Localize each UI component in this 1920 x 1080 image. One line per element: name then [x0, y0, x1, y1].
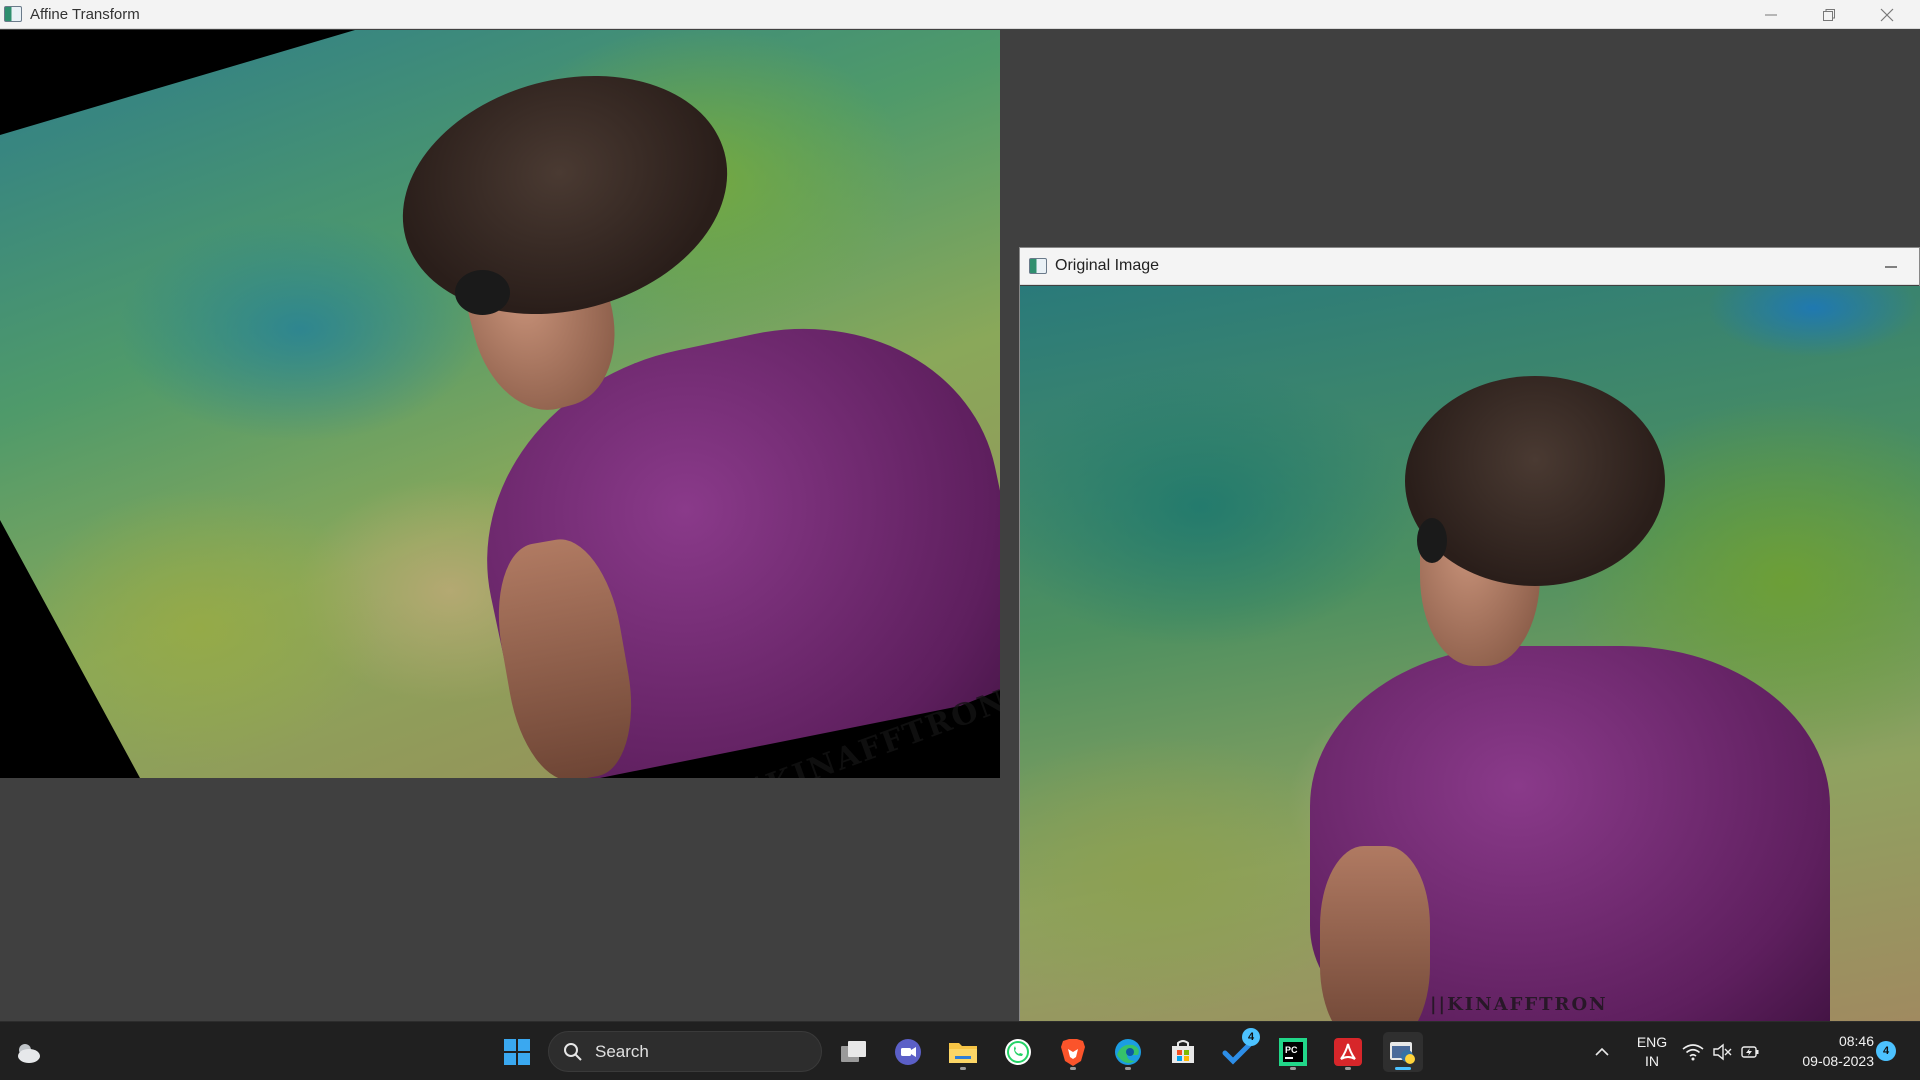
clock-time: 08:46	[1838, 1033, 1874, 1049]
weather-widget[interactable]	[8, 1032, 48, 1072]
clock[interactable]: 08:46 09-08-2023	[1780, 1031, 1874, 1071]
restore-icon	[1823, 8, 1835, 21]
search-placeholder: Search	[595, 1041, 649, 1061]
window-title: Original Image	[1055, 257, 1160, 274]
language-code: ENG	[1636, 1034, 1668, 1050]
close-icon	[1880, 8, 1894, 21]
original-image: ||KINAFFTRON	[1020, 286, 1920, 1022]
opencv-window-icon	[1029, 258, 1047, 274]
minimize-icon	[1885, 265, 1897, 268]
task-view-icon	[841, 1041, 866, 1062]
weather-cloud-icon	[18, 1044, 40, 1063]
minimize-button[interactable]	[1742, 0, 1800, 29]
python-icon	[1390, 1042, 1415, 1064]
svg-text:PC: PC	[1285, 1045, 1298, 1055]
windows-logo-icon	[504, 1039, 530, 1065]
taskbar-app-pycharm[interactable]: PC	[1273, 1032, 1313, 1072]
chevron-up-icon	[1595, 1047, 1609, 1056]
window-titlebar[interactable]: Original Image	[1020, 248, 1919, 285]
taskbar-app-whatsapp[interactable]	[998, 1032, 1038, 1072]
volume-muted-icon	[1713, 1043, 1732, 1061]
taskbar-search[interactable]: Search	[548, 1031, 822, 1072]
wifi-icon	[1682, 1044, 1704, 1061]
show-hidden-icons-button[interactable]	[1582, 1032, 1622, 1072]
opencv-window-icon	[4, 6, 22, 22]
minimize-button[interactable]	[1862, 252, 1920, 281]
close-button[interactable]	[1858, 0, 1916, 29]
warp-empty-region	[0, 30, 1000, 778]
taskbar: Search 4 PC ENG IN 08:46 09-08-2023 4	[0, 1021, 1920, 1080]
brave-lion-icon	[1061, 1039, 1085, 1066]
taskbar-app-store[interactable]	[1163, 1032, 1203, 1072]
todo-badge: 4	[1242, 1028, 1260, 1046]
minimize-icon	[1765, 14, 1777, 15]
battery-charging-icon	[1741, 1046, 1759, 1058]
task-view-button[interactable]	[834, 1032, 874, 1072]
image-watermark: ||KINAFFTRON	[1430, 994, 1608, 1015]
edge-icon	[1115, 1039, 1141, 1065]
taskbar-app-brave[interactable]	[1053, 1032, 1093, 1072]
folder-icon	[949, 1043, 977, 1063]
sunglasses	[1417, 518, 1447, 563]
window-titlebar[interactable]: Affine Transform	[0, 0, 1920, 29]
notification-badge[interactable]: 4	[1876, 1041, 1896, 1061]
taskbar-app-todo[interactable]: 4	[1218, 1028, 1260, 1072]
quick-settings[interactable]	[1676, 1032, 1766, 1072]
person-hair	[1405, 376, 1665, 586]
store-icon	[1172, 1040, 1194, 1063]
original-image-window: Original Image ||KINAFFTRON	[1019, 247, 1920, 1022]
clock-date: 09-08-2023	[1802, 1053, 1874, 1069]
taskbar-app-file-explorer[interactable]	[943, 1032, 983, 1072]
person-arm	[1320, 846, 1430, 1022]
taskbar-app-meet[interactable]	[888, 1032, 928, 1072]
restore-button[interactable]	[1800, 0, 1858, 29]
language-region: IN	[1645, 1053, 1659, 1069]
video-meet-icon	[895, 1039, 921, 1065]
affine-transformed-image: ||KINAFFTRON	[0, 30, 1000, 778]
taskbar-app-acrobat[interactable]	[1328, 1032, 1368, 1072]
pdf-icon	[1334, 1038, 1362, 1066]
whatsapp-icon	[1005, 1039, 1031, 1065]
taskbar-app-python[interactable]	[1383, 1032, 1423, 1072]
language-indicator[interactable]: ENG IN	[1628, 1033, 1676, 1071]
start-button[interactable]	[497, 1032, 537, 1072]
pycharm-icon: PC	[1279, 1038, 1307, 1066]
search-icon	[564, 1042, 582, 1061]
taskbar-app-edge[interactable]	[1108, 1032, 1148, 1072]
window-title: Affine Transform	[30, 5, 140, 23]
